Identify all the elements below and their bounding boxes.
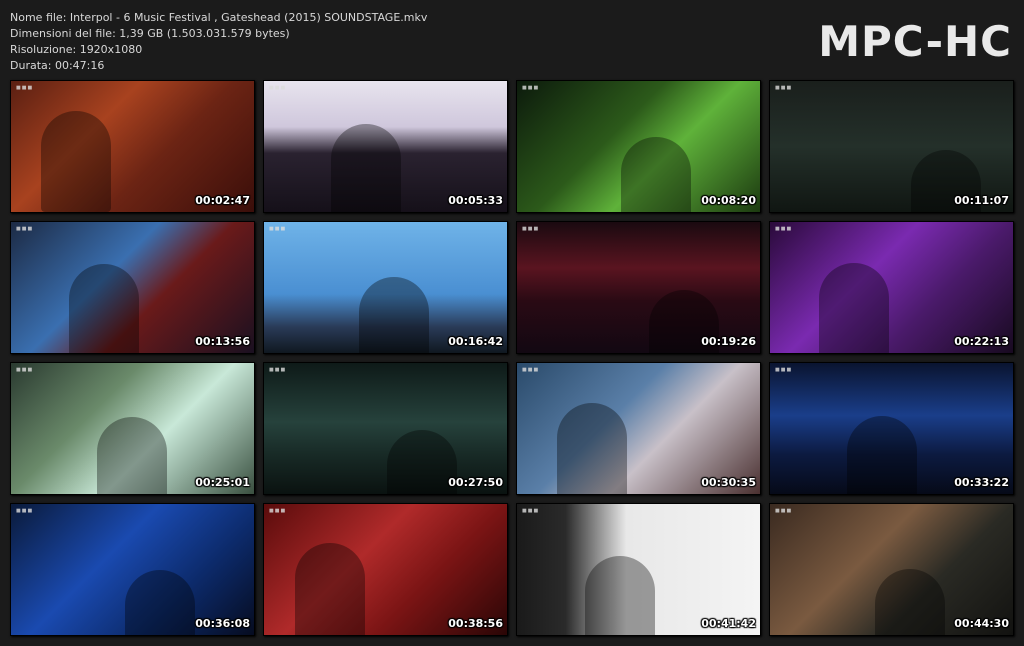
- timestamp-label: 00:08:20: [701, 194, 756, 207]
- timestamp-label: 00:36:08: [195, 617, 250, 630]
- channel-logo: ■■■: [775, 508, 793, 514]
- channel-logo: ■■■: [269, 226, 287, 232]
- frame-scene: [621, 137, 691, 212]
- channel-logo: ■■■: [522, 226, 540, 232]
- timestamp-label: 00:25:01: [195, 476, 250, 489]
- frame-scene: [359, 277, 429, 353]
- channel-logo: ■■■: [775, 226, 793, 232]
- thumbnail-frame: ■■■ 00:27:50: [263, 362, 508, 495]
- thumbnail-grid: ■■■ 00:02:47 ■■■ 00:05:33 ■■■ 00:08:20 ■■■ 00:1…: [0, 0, 1024, 646]
- thumbnail-frame: ■■■ 00:11:07: [769, 80, 1014, 213]
- thumbnail-frame: ■■■ 00:19:26: [516, 221, 761, 354]
- channel-logo: ■■■: [16, 508, 34, 514]
- frame-scene: [41, 111, 111, 212]
- channel-logo: ■■■: [522, 367, 540, 373]
- frame-scene: [557, 403, 627, 494]
- frame-scene: [125, 570, 195, 635]
- timestamp-label: 00:30:35: [701, 476, 756, 489]
- channel-logo: ■■■: [16, 226, 34, 232]
- timestamp-label: 00:16:42: [448, 335, 503, 348]
- thumbnail-frame: ■■■ 00:41:42: [516, 503, 761, 636]
- frame-scene: [819, 263, 889, 353]
- timestamp-label: 00:11:07: [954, 194, 1009, 207]
- timestamp-label: 00:38:56: [448, 617, 503, 630]
- frame-scene: [97, 417, 167, 494]
- thumbnail-frame: ■■■ 00:33:22: [769, 362, 1014, 495]
- channel-logo: ■■■: [522, 85, 540, 91]
- thumbnail-frame: ■■■ 00:38:56: [263, 503, 508, 636]
- channel-logo: ■■■: [16, 367, 34, 373]
- timestamp-label: 00:19:26: [701, 335, 756, 348]
- timestamp-label: 00:22:13: [954, 335, 1009, 348]
- frame-scene: [847, 416, 917, 494]
- timestamp-label: 00:27:50: [448, 476, 503, 489]
- thumbnail-frame: ■■■ 00:22:13: [769, 221, 1014, 354]
- frame-scene: [295, 543, 365, 635]
- thumbnail-frame: ■■■ 00:08:20: [516, 80, 761, 213]
- thumbnail-frame: ■■■ 00:02:47: [10, 80, 255, 213]
- channel-logo: ■■■: [16, 85, 34, 91]
- thumbnail-frame: ■■■ 00:13:56: [10, 221, 255, 354]
- frame-scene: [331, 124, 401, 212]
- thumbnail-frame: ■■■ 00:30:35: [516, 362, 761, 495]
- channel-logo: ■■■: [269, 508, 287, 514]
- timestamp-label: 00:13:56: [195, 335, 250, 348]
- frame-scene: [387, 430, 457, 494]
- channel-logo: ■■■: [522, 508, 540, 514]
- timestamp-label: 00:05:33: [448, 194, 503, 207]
- channel-logo: ■■■: [269, 85, 287, 91]
- timestamp-label: 00:02:47: [195, 194, 250, 207]
- channel-logo: ■■■: [269, 367, 287, 373]
- thumbnail-frame: ■■■ 00:25:01: [10, 362, 255, 495]
- channel-logo: ■■■: [775, 367, 793, 373]
- frame-scene: [875, 569, 945, 635]
- thumbnail-frame: ■■■ 00:36:08: [10, 503, 255, 636]
- timestamp-label: 00:33:22: [954, 476, 1009, 489]
- frame-scene: [69, 264, 139, 353]
- timestamp-label: 00:44:30: [954, 617, 1009, 630]
- thumbnail-frame: ■■■ 00:44:30: [769, 503, 1014, 636]
- frame-scene: [585, 556, 655, 635]
- thumbnail-frame: ■■■ 00:05:33: [263, 80, 508, 213]
- thumbnail-frame: ■■■ 00:16:42: [263, 221, 508, 354]
- channel-logo: ■■■: [775, 85, 793, 91]
- timestamp-label: 00:41:42: [701, 617, 756, 630]
